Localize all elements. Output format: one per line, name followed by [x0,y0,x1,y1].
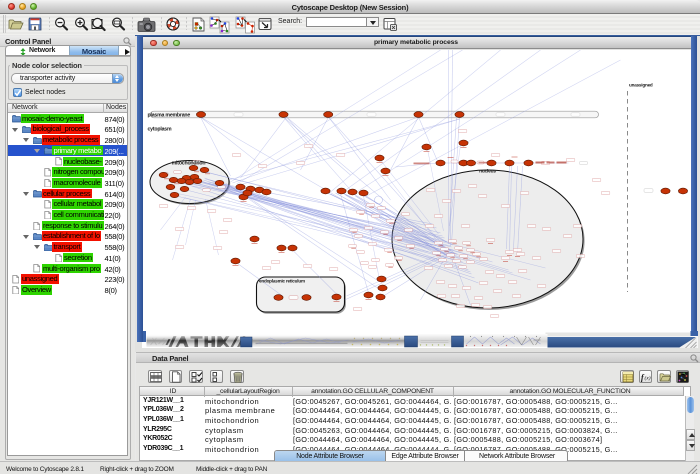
svg-text:mitochondrion: mitochondrion [171,161,205,167]
svg-text:cytoplasm: cytoplasm [147,127,171,133]
svg-text:endoplasmic reticulum: endoplasmic reticulum [259,279,305,284]
svg-text:(x): (x) [645,375,651,382]
svg-text:nucleus: nucleus [479,169,496,175]
svg-text:unassigned: unassigned [629,83,653,88]
svg-text:plasma membrane: plasma membrane [147,112,190,118]
